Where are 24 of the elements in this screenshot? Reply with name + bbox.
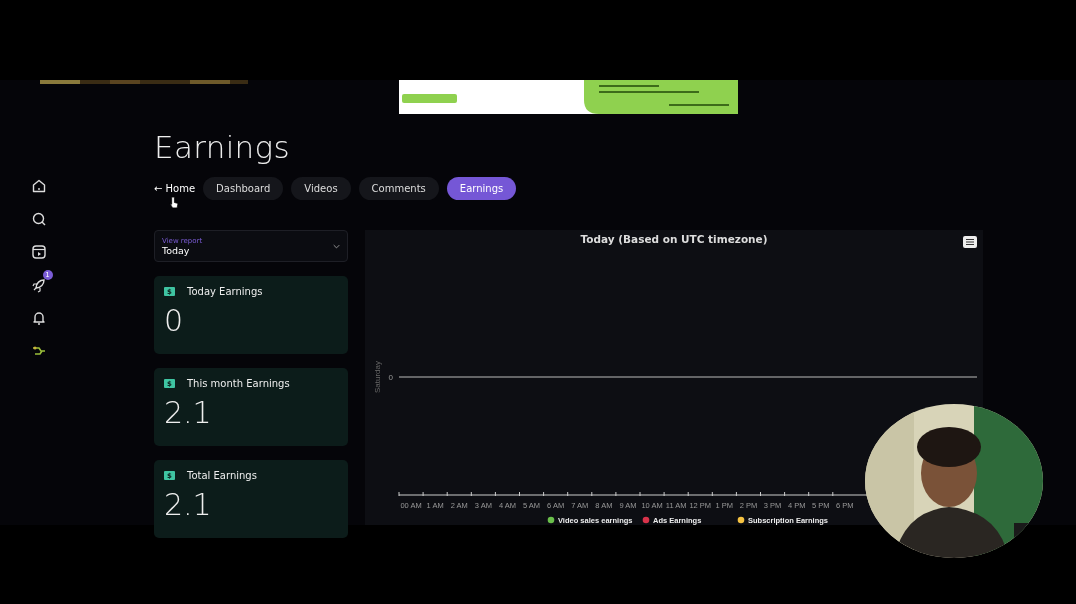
tick-label: 0 <box>388 373 393 382</box>
bell-icon[interactable] <box>30 310 47 326</box>
search-icon[interactable] <box>30 211 47 227</box>
tab[interactable]: Earnings <box>446 177 517 200</box>
chart-title: Today (Based on UTC timezone) <box>580 233 768 245</box>
back-link[interactable]: ← Home <box>154 183 196 194</box>
rocket-icon[interactable] <box>30 277 47 293</box>
dropdown-value: Today <box>162 244 190 256</box>
home-icon[interactable] <box>30 178 47 194</box>
card-value: 0 <box>164 304 185 338</box>
chevron-icon <box>333 243 340 249</box>
card-title: Today Earnings <box>187 286 263 297</box>
axis-title: Saturday <box>373 361 382 393</box>
card-value: 2.1 <box>164 488 213 522</box>
tab[interactable]: Videos <box>291 177 351 200</box>
card-title: This month Earnings <box>187 378 290 389</box>
tab[interactable]: Comments <box>358 177 439 200</box>
tab[interactable]: Dashboard <box>203 177 284 200</box>
play-icon[interactable] <box>30 244 47 260</box>
cursor-icon <box>169 196 178 209</box>
menu-icon[interactable] <box>963 236 977 248</box>
page-title: Earnings <box>154 128 291 166</box>
card-title: Total Earnings <box>187 470 257 481</box>
card-value: 2.1 <box>164 396 213 430</box>
